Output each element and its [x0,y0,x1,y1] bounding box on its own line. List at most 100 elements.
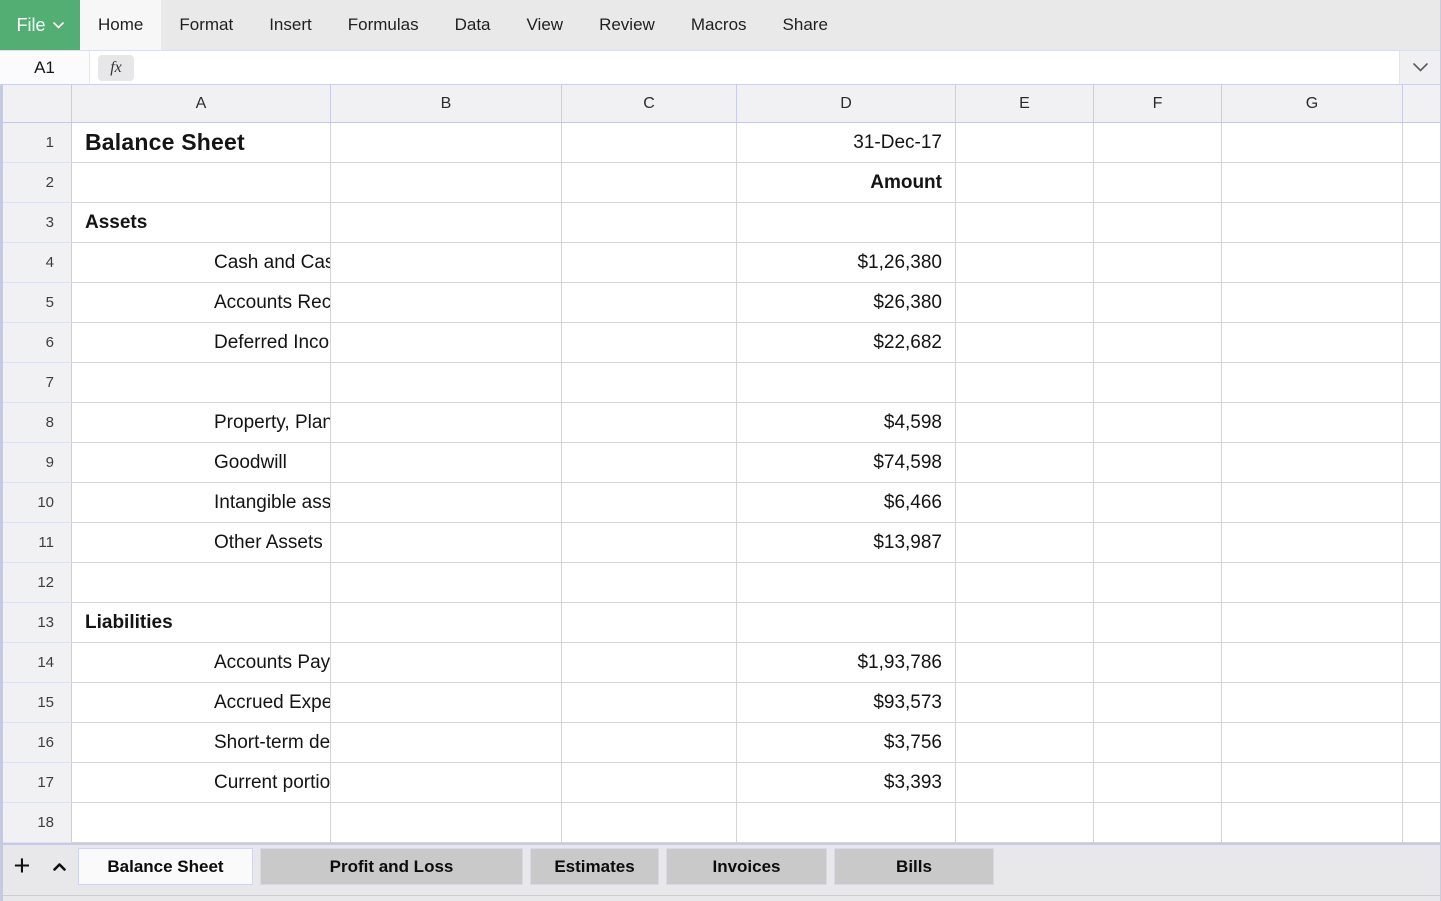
row-header-10[interactable]: 10 [0,483,72,523]
cell-C16[interactable] [562,723,737,763]
cell-C11[interactable] [562,523,737,563]
column-header-A[interactable]: A [72,85,331,122]
menu-item-data[interactable]: Data [437,0,509,50]
cell-E13[interactable] [956,603,1094,643]
cell-G2[interactable] [1222,163,1403,203]
cell-F1[interactable] [1094,123,1222,163]
row-header-5[interactable]: 5 [0,283,72,323]
row-header-15[interactable]: 15 [0,683,72,723]
cell-C1[interactable] [562,123,737,163]
cell-F3[interactable] [1094,203,1222,243]
cell-G9[interactable] [1222,443,1403,483]
cell-G17[interactable] [1222,763,1403,803]
column-header-B[interactable]: B [331,85,562,122]
menu-item-view[interactable]: View [509,0,582,50]
cell-C13[interactable] [562,603,737,643]
cell-C15[interactable] [562,683,737,723]
cell-A9[interactable]: Goodwill [72,443,331,483]
cell-D2[interactable]: Amount [737,163,956,203]
cell-F7[interactable] [1094,363,1222,403]
cell-F2[interactable] [1094,163,1222,203]
cell-C9[interactable] [562,443,737,483]
row-header-17[interactable]: 17 [0,763,72,803]
cell-B16[interactable] [331,723,562,763]
cell-E4[interactable] [956,243,1094,283]
cell-A3[interactable]: Assets [72,203,331,243]
cell-E5[interactable] [956,283,1094,323]
cell-E14[interactable] [956,643,1094,683]
row-header-3[interactable]: 3 [0,203,72,243]
menu-item-macros[interactable]: Macros [673,0,765,50]
cell-F13[interactable] [1094,603,1222,643]
row-header-6[interactable]: 6 [0,323,72,363]
sheet-tab-invoices[interactable]: Invoices [666,848,827,885]
cell-C5[interactable] [562,283,737,323]
cell-A13[interactable]: Liabilities [72,603,331,643]
cell-C12[interactable] [562,563,737,603]
row-header-4[interactable]: 4 [0,243,72,283]
cell-F4[interactable] [1094,243,1222,283]
cell-A4[interactable]: Cash and Cash equivalents [72,243,331,283]
cell-F9[interactable] [1094,443,1222,483]
cell-D10[interactable]: $6,466 [737,483,956,523]
row-header-14[interactable]: 14 [0,643,72,683]
cell-F16[interactable] [1094,723,1222,763]
cell-F12[interactable] [1094,563,1222,603]
cell-D16[interactable]: $3,756 [737,723,956,763]
menu-item-share[interactable]: Share [765,0,846,50]
cell-G10[interactable] [1222,483,1403,523]
cell-A5[interactable]: Accounts Receivables [72,283,331,323]
cell-E18[interactable] [956,803,1094,843]
cell-B6[interactable] [331,323,562,363]
cell-D8[interactable]: $4,598 [737,403,956,443]
column-header-D[interactable]: D [737,85,956,122]
cell-G3[interactable] [1222,203,1403,243]
cell-E15[interactable] [956,683,1094,723]
cell-E7[interactable] [956,363,1094,403]
cell-G14[interactable] [1222,643,1403,683]
row-header-7[interactable]: 7 [0,363,72,403]
cell-G1[interactable] [1222,123,1403,163]
cell-B1[interactable] [331,123,562,163]
menu-item-formulas[interactable]: Formulas [330,0,437,50]
row-header-18[interactable]: 18 [0,803,72,843]
cell-B13[interactable] [331,603,562,643]
cell-C18[interactable] [562,803,737,843]
cell-A10[interactable]: Intangible assets [72,483,331,523]
cell-B5[interactable] [331,283,562,323]
cell-G5[interactable] [1222,283,1403,323]
row-header-11[interactable]: 11 [0,523,72,563]
cell-E9[interactable] [956,443,1094,483]
formula-bar-expand-button[interactable] [1399,51,1440,84]
cell-C6[interactable] [562,323,737,363]
menu-item-insert[interactable]: Insert [251,0,330,50]
cell-C17[interactable] [562,763,737,803]
cell-E2[interactable] [956,163,1094,203]
cell-B18[interactable] [331,803,562,843]
cell-E10[interactable] [956,483,1094,523]
cell-D4[interactable]: $1,26,380 [737,243,956,283]
row-header-1[interactable]: 1 [0,123,72,163]
column-header-F[interactable]: F [1094,85,1222,122]
sheet-tab-bills[interactable]: Bills [834,848,994,885]
cell-B15[interactable] [331,683,562,723]
cell-E12[interactable] [956,563,1094,603]
cell-G7[interactable] [1222,363,1403,403]
cell-A18[interactable] [72,803,331,843]
row-header-16[interactable]: 16 [0,723,72,763]
cell-G11[interactable] [1222,523,1403,563]
cell-F11[interactable] [1094,523,1222,563]
column-header-C[interactable]: C [562,85,737,122]
cell-D12[interactable] [737,563,956,603]
cell-A15[interactable]: Accrued Expenses [72,683,331,723]
cell-E3[interactable] [956,203,1094,243]
cell-D15[interactable]: $93,573 [737,683,956,723]
row-header-9[interactable]: 9 [0,443,72,483]
menu-item-review[interactable]: Review [581,0,673,50]
cell-G12[interactable] [1222,563,1403,603]
cell-D6[interactable]: $22,682 [737,323,956,363]
cell-E16[interactable] [956,723,1094,763]
cell-G16[interactable] [1222,723,1403,763]
cell-C8[interactable] [562,403,737,443]
cell-D1[interactable]: 31-Dec-17 [737,123,956,163]
